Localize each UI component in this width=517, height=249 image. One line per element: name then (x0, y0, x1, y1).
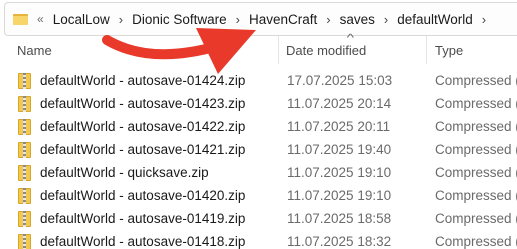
file-name: defaultWorld - autosave-01422.zip (40, 119, 246, 134)
file-type: Compressed (zi (435, 73, 517, 88)
column-header: Name ^ Date modified Type (0, 33, 517, 64)
address-bar[interactable]: « LocalLow › Dionic Software › HavenCraf… (4, 2, 517, 36)
file-type: Compressed (zi (435, 211, 517, 226)
zip-folder-icon (18, 211, 31, 227)
file-date: 11.07.2025 19:40 (287, 142, 392, 157)
zip-folder-icon (18, 165, 31, 181)
file-date: 11.07.2025 19:10 (287, 188, 392, 203)
file-date: 11.07.2025 18:58 (287, 211, 392, 226)
breadcrumb-dionic-software[interactable]: Dionic Software (132, 12, 227, 27)
chevron-right-icon[interactable]: › (326, 12, 330, 27)
zip-folder-icon (18, 142, 31, 158)
file-row[interactable]: defaultWorld - autosave-01420.zip 11.07.2… (0, 185, 517, 208)
chevron-right-icon[interactable]: › (482, 12, 486, 27)
file-type: Compressed (zi (435, 96, 517, 111)
breadcrumb-havencraft[interactable]: HavenCraft (249, 12, 317, 27)
file-name: defaultWorld - autosave-01420.zip (40, 188, 246, 203)
file-list: defaultWorld - autosave-01424.zip 17.07.2… (0, 70, 517, 249)
file-name: defaultWorld - autosave-01418.zip (40, 234, 246, 249)
file-row[interactable]: defaultWorld - autosave-01423.zip 11.07.2… (0, 93, 517, 116)
file-date: 17.07.2025 15:03 (287, 73, 393, 88)
file-name: defaultWorld - autosave-01424.zip (40, 73, 246, 88)
file-name: defaultWorld - autosave-01423.zip (40, 96, 246, 111)
file-type: Compressed (zi (435, 119, 517, 134)
zip-folder-icon (18, 119, 31, 135)
file-type: Compressed (zi (435, 188, 517, 203)
file-name: defaultWorld - autosave-01421.zip (40, 142, 246, 157)
file-date: 11.07.2025 18:32 (287, 234, 392, 249)
folder-icon (13, 13, 28, 25)
file-row[interactable]: defaultWorld - autosave-01424.zip 17.07.2… (0, 70, 517, 93)
breadcrumb-overflow-icon[interactable]: « (37, 12, 44, 26)
zip-folder-icon (18, 188, 31, 204)
zip-folder-icon (18, 73, 31, 89)
zip-folder-icon (18, 234, 31, 249)
column-divider[interactable] (426, 36, 427, 64)
file-type: Compressed (zi (435, 142, 517, 157)
zip-folder-icon (18, 96, 31, 112)
breadcrumb-defaultworld[interactable]: defaultWorld (397, 12, 473, 27)
file-name: defaultWorld - autosave-01419.zip (40, 211, 246, 226)
file-type: Compressed (zi (435, 165, 517, 180)
column-divider[interactable] (278, 36, 279, 64)
chevron-right-icon[interactable]: › (236, 12, 240, 27)
file-row[interactable]: defaultWorld - autosave-01422.zip 11.07.2… (0, 116, 517, 139)
chevron-right-icon[interactable]: › (119, 12, 123, 27)
file-date: 11.07.2025 19:10 (287, 165, 392, 180)
file-date: 11.07.2025 20:11 (287, 119, 391, 134)
breadcrumb-locallow[interactable]: LocalLow (53, 12, 110, 27)
file-name: defaultWorld - quicksave.zip (40, 165, 209, 180)
file-type: Compressed (zi (435, 234, 517, 249)
column-header-name[interactable]: Name (17, 43, 52, 58)
file-date: 11.07.2025 20:14 (287, 96, 392, 111)
file-row[interactable]: defaultWorld - quicksave.zip 11.07.2025 1… (0, 162, 517, 185)
file-row[interactable]: defaultWorld - autosave-01419.zip 11.07.2… (0, 208, 517, 231)
column-header-type[interactable]: Type (435, 43, 463, 58)
chevron-right-icon[interactable]: › (384, 12, 388, 27)
breadcrumb-saves[interactable]: saves (340, 12, 375, 27)
file-row[interactable]: defaultWorld - autosave-01421.zip 11.07.2… (0, 139, 517, 162)
column-header-date[interactable]: Date modified (286, 43, 366, 58)
file-row[interactable]: defaultWorld - autosave-01418.zip 11.07.2… (0, 231, 517, 249)
